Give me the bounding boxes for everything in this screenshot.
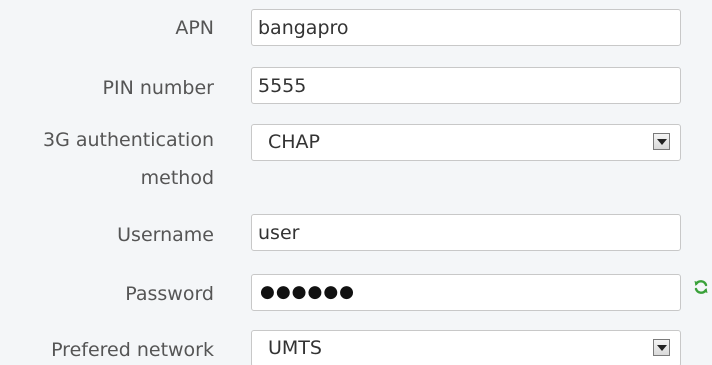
preferred-network-label: Prefered network <box>51 339 214 361</box>
pin-label: PIN number <box>102 77 214 99</box>
auth-method-select[interactable]: CHAP <box>251 124 681 161</box>
chevron-down-icon[interactable] <box>653 339 670 356</box>
username-input[interactable] <box>251 214 681 251</box>
username-label: Username <box>117 224 214 246</box>
refresh-icon[interactable] <box>693 279 709 295</box>
apn-label: APN <box>175 17 214 39</box>
preferred-network-value: UMTS <box>268 337 322 359</box>
password-input[interactable]: ●●●●●● <box>251 274 681 311</box>
preferred-network-select[interactable]: UMTS <box>251 330 681 365</box>
password-mask: ●●●●●● <box>260 282 356 302</box>
password-label: Password <box>125 283 214 305</box>
auth-method-value: CHAP <box>268 131 321 153</box>
pin-input[interactable] <box>251 67 681 104</box>
chevron-down-icon[interactable] <box>653 133 670 150</box>
apn-input[interactable] <box>251 9 681 46</box>
auth-method-label: 3G authentication method <box>43 129 214 189</box>
